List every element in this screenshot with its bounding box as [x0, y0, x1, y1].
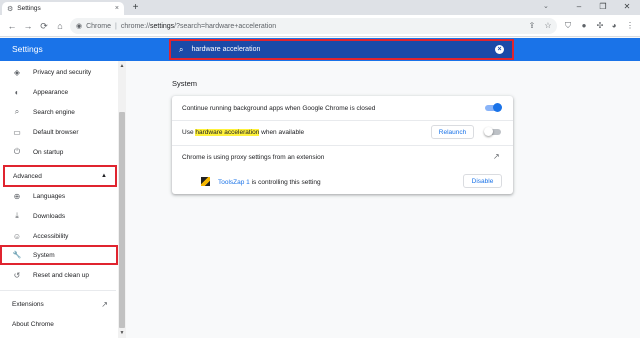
- sidebar-item-label: Appearance: [33, 88, 69, 96]
- sidebar-advanced-toggle[interactable]: Advanced ▲: [3, 165, 117, 187]
- sidebar-item-label: Languages: [33, 192, 66, 200]
- row-background-apps[interactable]: Continue running background apps when Go…: [172, 96, 513, 120]
- row-label: Continue running background apps when Go…: [182, 104, 376, 112]
- sidebar-item-search-engine[interactable]: ⌕ Search engine: [0, 104, 116, 120]
- search-input[interactable]: hardware acceleration: [191, 46, 487, 53]
- extension-b-icon[interactable]: ●: [578, 20, 590, 32]
- download-icon: ⤓: [15, 211, 19, 220]
- system-settings-card: Continue running background apps when Go…: [172, 96, 513, 194]
- sidebar-item-label: Downloads: [33, 212, 66, 220]
- open-in-new-icon: ↗: [101, 299, 108, 309]
- sidebar-item-languages[interactable]: ⊕ Languages: [0, 188, 116, 204]
- url-host: settings: [150, 22, 175, 30]
- gear-icon: ⚙: [7, 5, 14, 13]
- clear-search-icon[interactable]: ×: [495, 45, 504, 54]
- sidebar: ◈ Privacy and security ◐ Appearance ⌕ Se…: [0, 61, 126, 338]
- sidebar-item-appearance[interactable]: ◐ Appearance: [0, 84, 116, 100]
- sidebar-item-label: Privacy and security: [33, 68, 92, 76]
- menu-icon[interactable]: ⋮: [624, 20, 636, 32]
- scroll-down-arrow[interactable]: ▼: [119, 330, 125, 336]
- omnibox-separator: |: [115, 22, 117, 30]
- share-icon[interactable]: ⇪: [526, 20, 538, 32]
- chevron-up-icon: ▲: [101, 173, 107, 179]
- sidebar-divider: [0, 290, 116, 291]
- toolbar: ← → ⟳ ⌂ ◉ Chrome | chrome://settings/?se…: [0, 15, 640, 37]
- palette-icon: ◐: [14, 87, 20, 97]
- shield-icon: ◈: [13, 67, 21, 77]
- sidebar-item-on-startup[interactable]: ⏻ On startup: [0, 144, 116, 160]
- shield-extension-icon[interactable]: ⛉: [562, 20, 574, 32]
- toggle-knob: [484, 127, 493, 136]
- row-extension-control: ToolsZap 1 is controlling this setting: [172, 170, 513, 194]
- avatar[interactable]: ◕: [608, 20, 620, 32]
- tab-title: Settings: [17, 5, 41, 12]
- row-proxy[interactable]: Chrome is using proxy settings from an e…: [172, 145, 513, 169]
- search-icon: ⌕: [179, 44, 184, 54]
- sidebar-item-downloads[interactable]: ⤓ Downloads: [0, 208, 116, 224]
- background-apps-toggle[interactable]: [485, 103, 502, 112]
- sidebar-item-label: On startup: [33, 148, 64, 156]
- sidebar-item-reset[interactable]: ↺ Reset and clean up: [0, 267, 116, 283]
- label-suffix: when available: [259, 128, 305, 136]
- window-close-button[interactable]: ✕: [616, 1, 638, 13]
- home-button[interactable]: ⌂: [54, 20, 66, 32]
- url-text: chrome://settings/?search=hardware+accel…: [121, 23, 276, 30]
- minimize-button[interactable]: –: [568, 1, 590, 13]
- sidebar-item-label: Accessibility: [33, 232, 69, 240]
- sidebar-item-label: Reset and clean up: [33, 271, 90, 279]
- browser-icon: ▭: [13, 127, 21, 137]
- chevron-down-icon[interactable]: ⌄: [543, 2, 549, 10]
- label-prefix: Use: [182, 128, 196, 136]
- sidebar-item-extensions[interactable]: Extensions ↗: [0, 296, 116, 312]
- hardware-acceleration-toggle[interactable]: [484, 127, 501, 136]
- sidebar-item-default-browser[interactable]: ▭ Default browser: [0, 124, 116, 140]
- disable-button[interactable]: Disable: [463, 174, 502, 188]
- search-icon: ⌕: [14, 107, 20, 116]
- maximize-button[interactable]: ❐: [592, 1, 614, 13]
- page-title: Settings: [12, 44, 43, 54]
- search-highlight: hardware acceleration: [195, 128, 260, 136]
- url-scheme: chrome://: [120, 22, 151, 30]
- sidebar-item-label: Default browser: [33, 128, 79, 136]
- toggle-knob: [493, 103, 502, 112]
- extension-link[interactable]: ToolsZap 1: [218, 179, 250, 186]
- back-button[interactable]: ←: [6, 20, 18, 32]
- close-icon[interactable]: ×: [115, 5, 119, 12]
- open-in-new-icon[interactable]: ↗: [493, 152, 500, 161]
- sidebar-item-label: Search engine: [33, 108, 75, 116]
- relaunch-button[interactable]: Relaunch: [431, 125, 474, 139]
- sidebar-item-label: About Chrome: [12, 320, 54, 328]
- globe-icon: ⊕: [13, 191, 21, 201]
- puzzle-icon[interactable]: ✣: [594, 20, 606, 32]
- chrome-icon: ◉: [76, 23, 83, 30]
- system-highlight-box: [0, 245, 118, 265]
- row-label: ToolsZap 1 is controlling this setting: [218, 179, 321, 186]
- scrollbar-thumb[interactable]: [119, 112, 125, 328]
- row-label: Use hardware acceleration when available: [182, 128, 305, 136]
- section-title: System: [172, 79, 198, 88]
- sidebar-item-about[interactable]: About Chrome: [0, 316, 116, 332]
- forward-button[interactable]: →: [22, 20, 34, 32]
- sidebar-item-label: Extensions: [12, 300, 44, 308]
- controlling-text: is controlling this setting: [249, 178, 321, 186]
- new-tab-button[interactable]: +: [130, 3, 141, 14]
- address-bar[interactable]: ◉ Chrome | chrome://settings/?search=har…: [70, 18, 557, 34]
- sidebar-item-privacy[interactable]: ◈ Privacy and security: [0, 64, 116, 80]
- history-icon: ↺: [13, 270, 21, 280]
- advanced-label: Advanced: [13, 172, 42, 180]
- scroll-up-arrow[interactable]: ▲: [119, 63, 125, 69]
- url-rest: /?search=hardware+acceleration: [174, 22, 277, 30]
- star-icon[interactable]: ☆: [542, 20, 554, 32]
- site-chip: Chrome: [86, 22, 112, 30]
- sidebar-item-accessibility[interactable]: ☺ Accessibility: [0, 228, 116, 244]
- tab-settings[interactable]: ⚙ Settings ×: [2, 2, 124, 15]
- tab-strip: ⚙ Settings × + ⌄ – ❐ ✕: [0, 0, 640, 15]
- settings-search[interactable]: ⌕ hardware acceleration ×: [169, 39, 514, 60]
- row-label: Chrome is using proxy settings from an e…: [182, 153, 325, 161]
- accessibility-icon: ☺: [12, 231, 22, 241]
- reload-button[interactable]: ⟳: [38, 20, 50, 32]
- power-icon: ⏻: [13, 147, 21, 156]
